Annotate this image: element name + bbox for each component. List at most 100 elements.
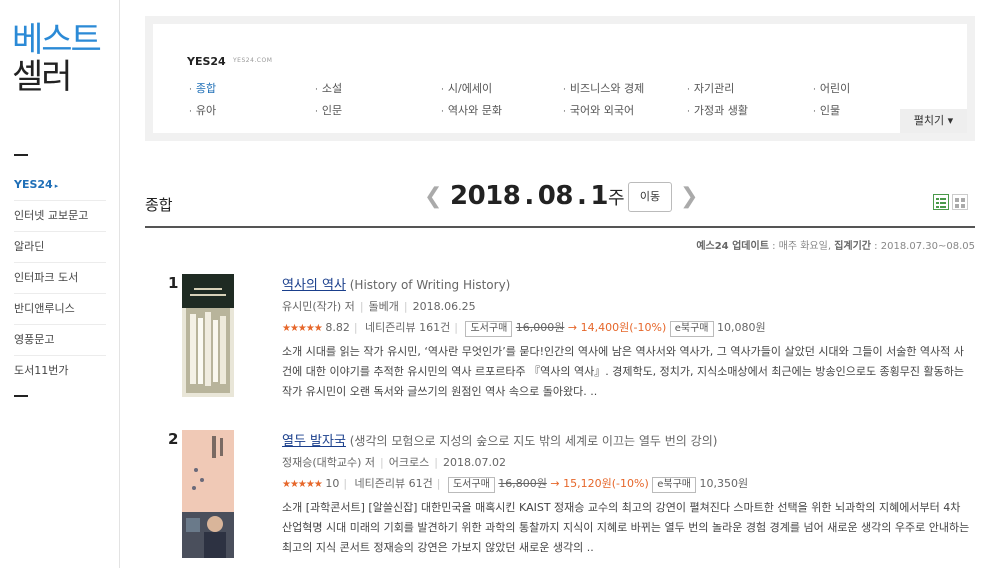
category-item[interactable]: · 유아 bbox=[189, 102, 216, 118]
original-price: 16,800원 bbox=[498, 477, 547, 490]
price-arrow: → bbox=[567, 321, 578, 334]
chevron-left-icon[interactable]: ❮ bbox=[424, 184, 442, 209]
ebook-price: 10,350원 bbox=[699, 477, 749, 490]
meta-separator: | bbox=[353, 321, 358, 334]
book-rating: 8.82 bbox=[325, 321, 350, 334]
book-title-link[interactable]: 열두 발자국 bbox=[282, 434, 346, 449]
sidebar-item-label: 반디앤루니스 bbox=[14, 302, 75, 315]
book-author: 정재승(대학교수) 저 bbox=[282, 456, 376, 469]
book-rating: 10 bbox=[325, 477, 340, 490]
chevron-right-icon[interactable]: ❯ bbox=[680, 184, 698, 209]
buy-ebook-button[interactable]: e북구매 bbox=[652, 477, 697, 493]
category-item[interactable]: · 비즈니스와 경제 bbox=[563, 80, 644, 96]
category-label: 국어와 외국어 bbox=[569, 104, 635, 117]
star-rating-icon: ★★★★★ bbox=[282, 479, 323, 490]
category-item[interactable]: · 국어와 외국어 bbox=[563, 102, 634, 118]
category-item[interactable]: · 자기관리 bbox=[687, 80, 734, 96]
period-label: 집계기간 bbox=[834, 241, 871, 252]
bullet-icon: · bbox=[813, 85, 816, 95]
bullet-icon: · bbox=[315, 107, 318, 117]
book-subtitle: (생각의 모험으로 지성의 숲으로 지도 밖의 세계로 이끄는 열두 번의 강의… bbox=[345, 434, 718, 448]
update-label: 예스24 업데이트 bbox=[696, 241, 769, 252]
ebook-price: 10,080원 bbox=[717, 321, 766, 334]
category-item[interactable]: · 소설 bbox=[315, 80, 342, 96]
book-rank: 2 bbox=[168, 430, 179, 448]
bullet-icon: · bbox=[687, 107, 690, 117]
buy-ebook-button[interactable]: e북구매 bbox=[669, 321, 714, 337]
bullet-icon: · bbox=[563, 85, 566, 95]
period-value: : 2018.07.30~08.05 bbox=[871, 241, 975, 252]
buy-book-button[interactable]: 도서구매 bbox=[465, 321, 513, 337]
sidebar-item-kyobo[interactable]: 인터넷 교보문고 bbox=[14, 201, 106, 232]
star-rating-icon: ★★★★★ bbox=[282, 323, 323, 334]
grid-view-icon[interactable] bbox=[952, 194, 968, 210]
sidebar-item-youngpoong[interactable]: 영풍문고 bbox=[14, 325, 106, 356]
meta-separator: | bbox=[380, 456, 384, 469]
category-item[interactable]: · 가정과 생활 bbox=[687, 102, 748, 118]
book-reviews[interactable]: 네티즌리뷰 61건 bbox=[355, 477, 433, 490]
book-cover[interactable] bbox=[182, 274, 234, 397]
category-label: 종합 bbox=[195, 82, 217, 95]
sidebar: 베스트 셀러 YES24 ▸ 인터넷 교보문고 알라딘 인터파크 도서 반디앤루니… bbox=[0, 0, 120, 568]
date-month: 08 bbox=[537, 181, 574, 211]
bullet-icon: · bbox=[189, 107, 192, 117]
sale-price: 14,400원(-10%) bbox=[580, 321, 667, 334]
move-button[interactable]: 이동 bbox=[628, 182, 672, 212]
sidebar-item-label: 인터파크 도서 bbox=[14, 271, 79, 284]
book-info: 역사의 역사 (History of Writing History) 유시민(… bbox=[282, 274, 972, 402]
bullet-icon: · bbox=[687, 85, 690, 95]
book-rank: 1 bbox=[168, 274, 179, 292]
price-arrow: → bbox=[550, 477, 560, 490]
category-item[interactable]: · 인문 bbox=[315, 102, 342, 118]
divider-dash-bottom bbox=[14, 395, 28, 397]
list-view-icon[interactable] bbox=[933, 194, 949, 210]
bullet-icon: · bbox=[441, 85, 444, 95]
meta-separator: | bbox=[434, 456, 438, 469]
category-panel: YES24 YES24.COM · 종합 · 소설 · 시/에세이 · 비즈니스와 경제… bbox=[153, 24, 967, 133]
book-subtitle: (History of Writing History) bbox=[345, 278, 511, 292]
sidebar-item-aladin[interactable]: 알라딘 bbox=[14, 232, 106, 263]
book-cover[interactable] bbox=[182, 430, 234, 558]
week-suffix: 주 bbox=[607, 188, 625, 209]
meta-separator: | bbox=[454, 321, 458, 334]
book-date: 2018.07.02 bbox=[442, 456, 506, 469]
category-label: 가정과 생활 bbox=[693, 104, 748, 117]
sidebar-item-bandi[interactable]: 반디앤루니스 bbox=[14, 294, 106, 325]
buy-book-button[interactable]: 도서구매 bbox=[447, 477, 495, 493]
category-label: 소설 bbox=[321, 82, 343, 95]
update-value: : 매주 화요일, bbox=[768, 241, 835, 252]
book-description: 소개 [과학콘서트] [알쓸신잡] 대한민국을 매혹시킨 KAIST 정재승 교… bbox=[282, 501, 970, 554]
category-item[interactable]: · 종합 bbox=[189, 80, 216, 96]
meta-separator: | bbox=[343, 477, 348, 490]
sidebar-item-yes24[interactable]: YES24 ▸ bbox=[14, 170, 106, 201]
book-reviews[interactable]: 네티즌리뷰 161건 bbox=[365, 321, 450, 334]
expand-button[interactable]: 펼치기 ▾ bbox=[900, 109, 967, 133]
book-date: 2018.06.25 bbox=[412, 300, 476, 313]
book-publisher: 어크로스 bbox=[388, 456, 430, 469]
sidebar-item-label: 영풍문고 bbox=[14, 333, 55, 346]
bullet-icon: · bbox=[189, 85, 192, 95]
sidebar-item-interpark[interactable]: 인터파크 도서 bbox=[14, 263, 106, 294]
update-info: 예스24 업데이트 : 매주 화요일, 집계기간 : 2018.07.30~08… bbox=[696, 237, 975, 252]
book-title-link[interactable]: 역사의 역사 bbox=[282, 278, 346, 293]
category-item[interactable]: · 시/에세이 bbox=[441, 80, 492, 96]
category-item[interactable]: · 역사와 문화 bbox=[441, 102, 502, 118]
category-label: 인문 bbox=[321, 104, 343, 117]
category-item[interactable]: · 어린이 bbox=[813, 80, 850, 96]
yes24-logo: YES24 bbox=[187, 55, 226, 68]
category-label: 역사와 문화 bbox=[447, 104, 502, 117]
category-item[interactable]: · 인물 bbox=[813, 102, 840, 118]
date-week: 1 bbox=[590, 181, 608, 211]
original-price: 16,000원 bbox=[515, 321, 565, 334]
category-label: 자기관리 bbox=[693, 82, 735, 95]
sidebar-item-label: YES24 bbox=[14, 178, 53, 191]
bullet-icon: · bbox=[813, 107, 816, 117]
date-year: 2018 bbox=[450, 181, 521, 211]
divider-dash-top bbox=[14, 154, 28, 156]
sidebar-item-11st[interactable]: 도서11번가 bbox=[14, 356, 106, 386]
category-label: 시/에세이 bbox=[447, 82, 493, 95]
sidebar-item-label: 인터넷 교보문고 bbox=[14, 209, 89, 222]
bookstore-list: YES24 ▸ 인터넷 교보문고 알라딘 인터파크 도서 반디앤루니스 영풍문고 … bbox=[14, 170, 106, 386]
bullet-icon: · bbox=[441, 107, 444, 117]
meta-separator: | bbox=[436, 477, 441, 490]
